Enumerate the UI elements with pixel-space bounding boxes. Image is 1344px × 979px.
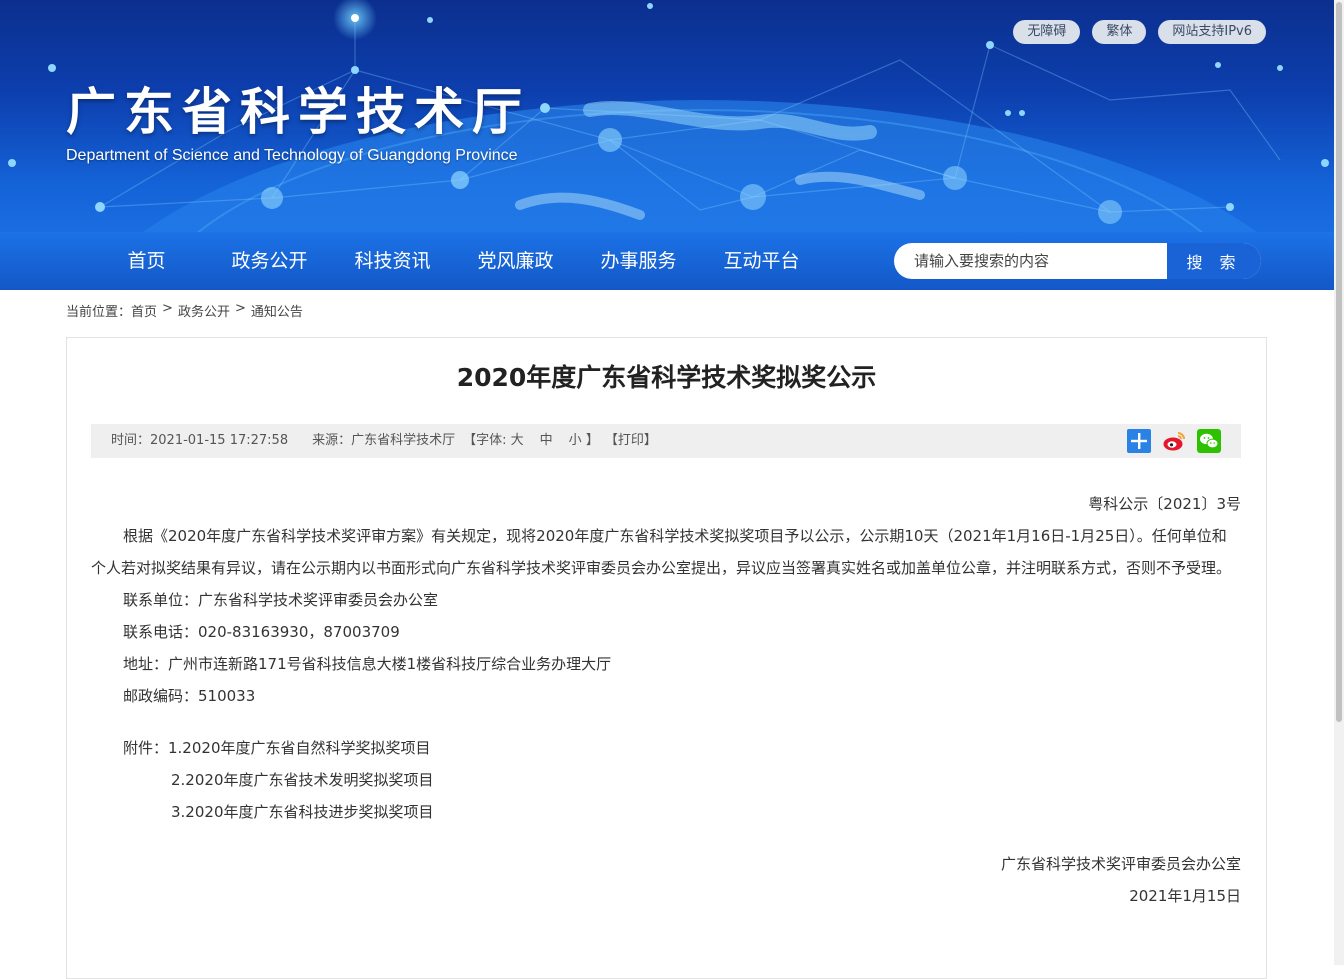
breadcrumb-government-affairs[interactable]: 政务公开 — [178, 301, 230, 320]
font-size-small[interactable]: 小 — [569, 424, 582, 458]
nav-item-party-integrity[interactable]: 党风廉政 — [454, 232, 577, 290]
attachment-link-2[interactable]: 2.2020年度广东省技术发明奖拟奖项目 — [91, 764, 1241, 796]
breadcrumb: 当前位置： 首页 > 政务公开 > 通知公告 — [66, 301, 303, 320]
meta-source-label: 来源： — [312, 433, 352, 448]
search-input[interactable] — [894, 243, 1167, 279]
signature-date: 2021年1月15日 — [1129, 887, 1241, 905]
traditional-chinese-link[interactable]: 繁体 — [1092, 20, 1147, 44]
nav-item-services[interactable]: 办事服务 — [577, 232, 700, 290]
site-subtitle: Department of Science and Technology of … — [66, 147, 518, 164]
contact-unit: 联系单位：广东省科学技术奖评审委员会办公室 — [123, 591, 439, 609]
accessibility-link[interactable]: 无障碍 — [1013, 20, 1081, 44]
font-size-large[interactable]: 大 — [511, 424, 524, 458]
site-title: 广东省科学技术厅 — [66, 83, 530, 141]
article-meta: 时间： 2021-01-15 17:27:58 来源： 广东省科学技术厅 【字体… — [111, 424, 657, 458]
postcode: 邮政编码：510033 — [123, 687, 256, 705]
meta-source-value: 广东省科学技术厅 — [351, 433, 456, 448]
breadcrumb-separator: > — [234, 301, 246, 316]
attachment-link-1[interactable]: 附件：1.2020年度广东省自然科学奖拟奖项目 — [91, 732, 1241, 764]
nav-item-tech-news[interactable]: 科技资讯 — [331, 232, 454, 290]
weibo-icon[interactable] — [1162, 429, 1186, 453]
site-banner: 广东省科学技术厅 Department of Science and Techn… — [0, 0, 1334, 232]
top-links: 无障碍 繁体 网站支持IPv6 — [1013, 20, 1266, 44]
breadcrumb-notices[interactable]: 通知公告 — [251, 301, 303, 320]
nav-item-interaction[interactable]: 互动平台 — [700, 232, 823, 290]
breadcrumb-home[interactable]: 首页 — [131, 301, 157, 320]
contact-address: 地址：广州市连新路171号省科技信息大楼1楼省科技厅综合业务办理大厅 — [123, 655, 612, 673]
share-plus-icon[interactable] — [1127, 429, 1151, 453]
article-title: 2020年度广东省科学技术奖拟奖公示 — [456, 363, 877, 392]
nav-item-home[interactable]: 首页 — [85, 232, 208, 290]
search-button[interactable]: 搜 索 — [1167, 243, 1261, 279]
article-body: 粤科公示〔2021〕3号 根据《2020年度广东省科学技术奖评审方案》有关规定，… — [91, 488, 1241, 912]
article-paragraph: 根据《2020年度广东省科学技术奖评审方案》有关规定，现将2020年度广东省科学… — [91, 527, 1232, 577]
contact-phone: 联系电话：020-83163930，87003709 — [123, 623, 400, 641]
font-size-open: 【字体: — [463, 433, 511, 448]
font-size-close: 】 — [581, 433, 599, 448]
search-box: 搜 索 — [894, 243, 1261, 279]
share-icons — [1127, 429, 1221, 453]
meta-time-label: 时间： — [111, 433, 151, 448]
signature-org: 广东省科学技术奖评审委员会办公室 — [1000, 855, 1241, 873]
meta-time-value: 2021-01-15 17:27:58 — [150, 433, 289, 448]
article-panel: 2020年度广东省科学技术奖拟奖公示 时间： 2021-01-15 17:27:… — [66, 337, 1267, 979]
font-size-medium[interactable]: 中 — [540, 424, 553, 458]
breadcrumb-separator: > — [162, 301, 173, 316]
print-link[interactable]: 【打印】 — [605, 424, 657, 458]
ipv6-link[interactable]: 网站支持IPv6 — [1158, 20, 1266, 44]
breadcrumb-prefix: 当前位置： — [66, 305, 132, 320]
article-meta-bar: 时间： 2021-01-15 17:27:58 来源： 广东省科学技术厅 【字体… — [91, 424, 1241, 458]
scrollbar-thumb[interactable] — [1336, 2, 1342, 722]
page-scrollbar[interactable] — [1334, 0, 1344, 965]
nav-items: 首页 政务公开 科技资讯 党风廉政 办事服务 互动平台 — [85, 232, 823, 290]
wechat-icon[interactable] — [1197, 429, 1221, 453]
document-number: 粤科公示〔2021〕3号 — [1088, 495, 1241, 513]
nav-item-government-affairs[interactable]: 政务公开 — [208, 232, 331, 290]
attachment-link-3[interactable]: 3.2020年度广东省科技进步奖拟奖项目 — [91, 796, 1241, 828]
